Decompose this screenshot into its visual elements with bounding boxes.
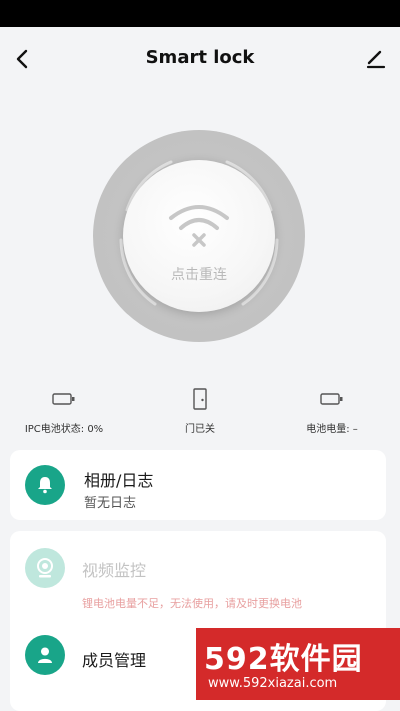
status-bar <box>0 0 400 27</box>
user-icon <box>38 647 52 663</box>
log-icon-circle <box>25 465 65 505</box>
door-status: 门已关 <box>140 388 260 435</box>
video-icon-circle <box>25 548 65 588</box>
video-monitor-title[interactable]: 视频监控 <box>82 557 146 581</box>
lock-battery-status: 电池电量: – <box>272 388 392 435</box>
log-card-title: 相册/日志 <box>84 471 154 490</box>
watermark-url: www.592xiazai.com <box>208 676 338 691</box>
pencil-icon <box>366 50 386 69</box>
watermark-main: 592软件园 <box>204 642 363 677</box>
watermark-logo: 592软件园 www.592xiazai.com <box>196 628 400 700</box>
ipc-battery-status: IPC电池状态: 0% <box>4 388 124 435</box>
battery-icon <box>52 393 75 405</box>
edit-button[interactable] <box>362 43 390 75</box>
ipc-battery-label: IPC电池状态: 0% <box>24 424 104 435</box>
header: Smart lock <box>0 27 400 93</box>
members-title[interactable]: 成员管理 <box>82 647 146 671</box>
log-card[interactable]: 相册/日志 暂无日志 <box>10 450 386 520</box>
bell-icon <box>38 477 52 494</box>
battery-icon <box>320 393 343 405</box>
lock-battery-label: 电池电量: – <box>306 424 358 435</box>
door-status-label: 门已关 <box>185 424 215 435</box>
log-card-subtitle: 暂无日志 <box>84 496 137 511</box>
members-icon-circle <box>25 635 65 675</box>
door-icon <box>193 388 207 410</box>
page-title: Smart lock <box>145 47 255 68</box>
battery-warning: 锂电池电量不足，无法使用，请及时更换电池 <box>82 597 302 610</box>
wifi-off-icon <box>169 205 229 247</box>
reconnect-label: 点击重连 <box>171 267 227 283</box>
camera-icon <box>37 558 53 578</box>
